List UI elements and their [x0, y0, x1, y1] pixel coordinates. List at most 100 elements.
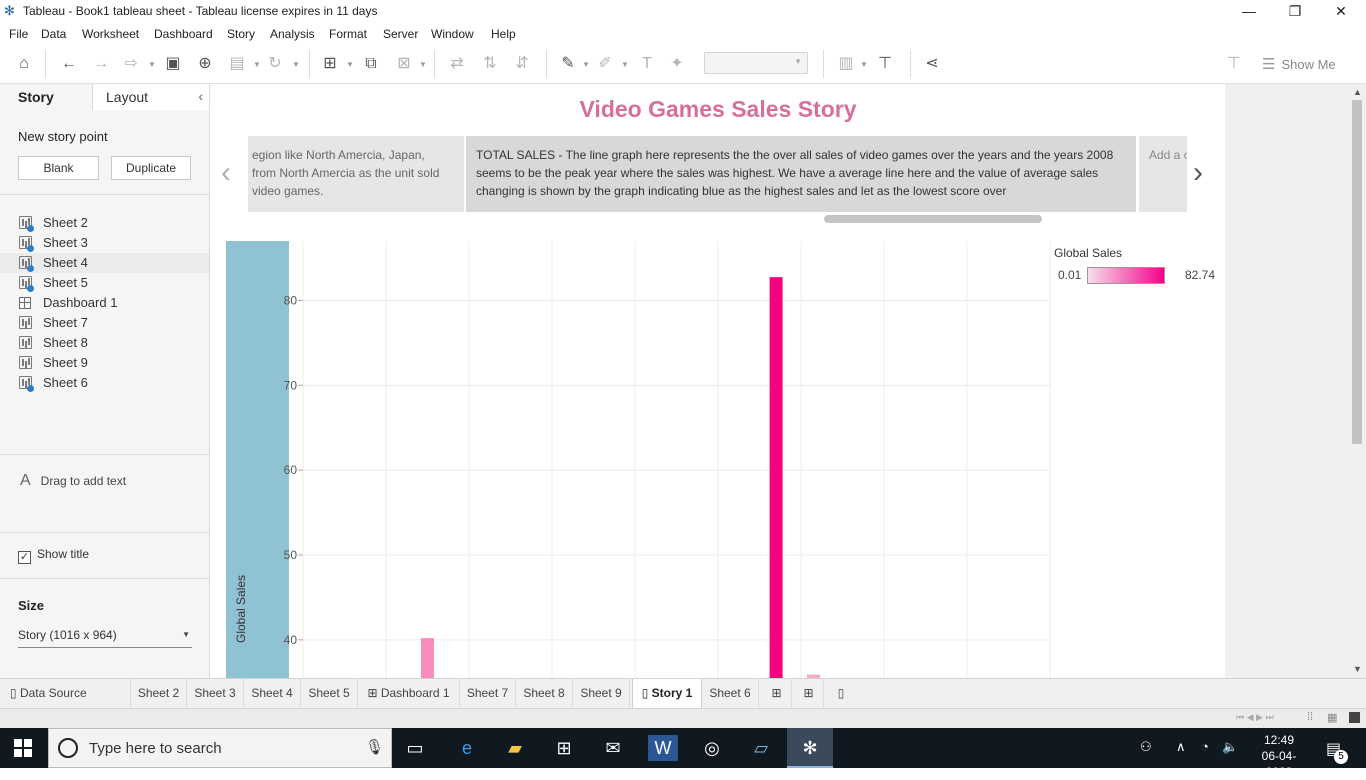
- undo-icon[interactable]: ←: [58, 53, 80, 75]
- taskbar-search-box[interactable]: Type here to search 🎙: [48, 728, 392, 768]
- clear-sheet-icon[interactable]: ⊠: [393, 53, 415, 75]
- paint-roller-icon[interactable]: ⊤: [1223, 53, 1245, 75]
- menu-file[interactable]: File: [9, 27, 28, 41]
- duplicate-sheet-icon[interactable]: ⧉: [360, 53, 382, 75]
- tab-sheet-8[interactable]: Sheet 8: [516, 679, 573, 708]
- home-icon[interactable]: ⌂: [13, 53, 35, 75]
- show-title-checkbox[interactable]: ✓ Show title: [18, 547, 89, 564]
- microphone-icon[interactable]: 🎙: [365, 738, 384, 756]
- file-explorer-icon[interactable]: ▰: [500, 735, 530, 761]
- new-dashboard-tab-icon[interactable]: ⊞: [794, 679, 824, 708]
- story-point-caption-previous[interactable]: egion like North Amercia, Japan, from No…: [248, 136, 464, 212]
- people-icon[interactable]: ⚇: [1140, 739, 1152, 755]
- drag-to-add-text[interactable]: A Drag to add text: [20, 472, 126, 490]
- edge-browser-icon[interactable]: e: [452, 735, 482, 761]
- network-icon[interactable]: ◔: [1201, 739, 1209, 754]
- sheet-list-item[interactable]: Sheet 4: [0, 253, 209, 273]
- story-point-caption-add[interactable]: Add a c: [1139, 136, 1187, 212]
- size-select[interactable]: Story (1016 x 964) ▼: [18, 628, 192, 648]
- show-me-button[interactable]: ☰ Show Me: [1262, 55, 1336, 73]
- refresh-icon[interactable]: ↻: [264, 53, 286, 75]
- next-story-point-icon[interactable]: ›: [1193, 156, 1203, 190]
- sheet-list-item[interactable]: Sheet 6: [0, 373, 209, 393]
- close-button[interactable]: ✕: [1318, 0, 1364, 24]
- tab-sheet-3[interactable]: Sheet 3: [187, 679, 244, 708]
- pause-updates-icon[interactable]: ▤: [226, 53, 248, 75]
- chevron-down-icon[interactable]: ▼: [582, 60, 590, 69]
- save-icon[interactable]: ▣: [162, 53, 184, 75]
- restore-button[interactable]: ❐: [1272, 0, 1318, 24]
- show-mark-labels-icon[interactable]: T: [636, 53, 658, 75]
- chevron-down-icon[interactable]: ▼: [253, 60, 261, 69]
- menu-format[interactable]: Format: [329, 27, 367, 41]
- tab-sheet-9[interactable]: Sheet 9: [573, 679, 630, 708]
- highlight-icon[interactable]: ✎: [557, 53, 579, 75]
- show-sheet-sorter-icon[interactable]: ▦: [1327, 711, 1337, 724]
- windows-start-icon[interactable]: [14, 739, 32, 757]
- chevron-down-icon[interactable]: ▼: [292, 60, 300, 69]
- menu-help[interactable]: Help: [491, 27, 516, 41]
- new-worksheet-icon[interactable]: ⊞: [319, 53, 341, 75]
- word-icon[interactable]: W: [648, 735, 678, 761]
- show-filmstrip-icon[interactable]: ⁞⁞: [1307, 711, 1313, 723]
- show-hidden-icons-icon[interactable]: ∧: [1176, 739, 1186, 755]
- menu-data[interactable]: Data: [41, 27, 66, 41]
- story-navigator-scrollbar[interactable]: [824, 215, 1042, 223]
- sort-ascending-icon[interactable]: ⇅: [479, 53, 501, 75]
- tab-sheet-4[interactable]: Sheet 4: [244, 679, 301, 708]
- sheet-list-item[interactable]: Sheet 5: [0, 273, 209, 293]
- chevron-down-icon[interactable]: ▼: [419, 60, 427, 69]
- volume-icon[interactable]: 🔈: [1222, 739, 1238, 755]
- sheet-list-item[interactable]: Sheet 8: [0, 333, 209, 353]
- microsoft-store-icon[interactable]: ⊞: [549, 735, 579, 761]
- scroll-down-icon[interactable]: ▼: [1353, 664, 1362, 674]
- task-view-icon[interactable]: ▭: [400, 735, 430, 761]
- menu-worksheet[interactable]: Worksheet: [82, 27, 139, 41]
- redo-icon[interactable]: →: [90, 53, 112, 75]
- tab-navigation-arrows-icon[interactable]: ⏮ ◀ ▶ ⏭: [1236, 712, 1274, 723]
- tab-data-source[interactable]: ▯ Data Source: [0, 679, 131, 708]
- tab-sheet-5[interactable]: Sheet 5: [301, 679, 358, 708]
- blank-button[interactable]: Blank: [18, 156, 99, 180]
- chevron-down-icon[interactable]: ▼: [148, 60, 156, 69]
- remote-desktop-icon[interactable]: ▱: [746, 735, 776, 761]
- menu-dashboard[interactable]: Dashboard: [154, 27, 213, 41]
- tab-story-1[interactable]: ▯ Story 1: [632, 679, 702, 708]
- tab-story[interactable]: Story: [0, 84, 92, 110]
- tab-dashboard-1[interactable]: ⊞ Dashboard 1: [358, 679, 460, 708]
- chevron-down-icon[interactable]: ▼: [860, 60, 868, 69]
- tab-layout[interactable]: Layout: [92, 84, 209, 110]
- tableau-taskbar-icon[interactable]: ✻: [787, 728, 833, 768]
- tab-sheet-6[interactable]: Sheet 6: [702, 679, 759, 708]
- tab-sheet-2[interactable]: Sheet 2: [131, 679, 187, 708]
- swap-rows-columns-icon[interactable]: ⇄: [446, 53, 468, 75]
- duplicate-button[interactable]: Duplicate: [111, 156, 191, 180]
- group-members-icon[interactable]: ✐: [594, 53, 616, 75]
- sheet-list-item[interactable]: Sheet 2: [0, 213, 209, 233]
- media-player-icon[interactable]: ◎: [697, 735, 727, 761]
- sort-descending-icon[interactable]: ⇵: [511, 53, 533, 75]
- fit-select[interactable]: ▼: [704, 52, 808, 74]
- menu-window[interactable]: Window: [431, 27, 474, 41]
- new-story-tab-icon[interactable]: ▯: [826, 679, 856, 708]
- presentation-mode-icon[interactable]: ⊤: [874, 53, 896, 75]
- show-tabs-icon[interactable]: [1349, 712, 1360, 723]
- vertical-scrollbar[interactable]: ▲ ▼: [1349, 84, 1366, 678]
- mail-icon[interactable]: ✉: [598, 735, 628, 761]
- collapse-panel-icon[interactable]: ‹: [198, 88, 203, 104]
- new-worksheet-tab-icon[interactable]: ⊞: [762, 679, 792, 708]
- previous-story-point-icon[interactable]: ‹: [221, 156, 231, 190]
- menu-story[interactable]: Story: [227, 27, 255, 41]
- tab-sheet-7[interactable]: Sheet 7: [460, 679, 516, 708]
- share-icon[interactable]: ⋖: [921, 53, 943, 75]
- new-data-source-icon[interactable]: ⊕: [194, 53, 216, 75]
- scroll-thumb[interactable]: [1352, 100, 1362, 444]
- scroll-up-icon[interactable]: ▲: [1353, 87, 1362, 97]
- chevron-down-icon[interactable]: ▼: [346, 60, 354, 69]
- fix-axes-icon[interactable]: ✦: [666, 53, 688, 75]
- chevron-down-icon[interactable]: ▼: [621, 60, 629, 69]
- sheet-list-item[interactable]: Sheet 9: [0, 353, 209, 373]
- minimize-button[interactable]: —: [1226, 0, 1272, 24]
- sheet-list-item[interactable]: Sheet 7: [0, 313, 209, 333]
- replay-icon[interactable]: ⇨: [120, 53, 142, 75]
